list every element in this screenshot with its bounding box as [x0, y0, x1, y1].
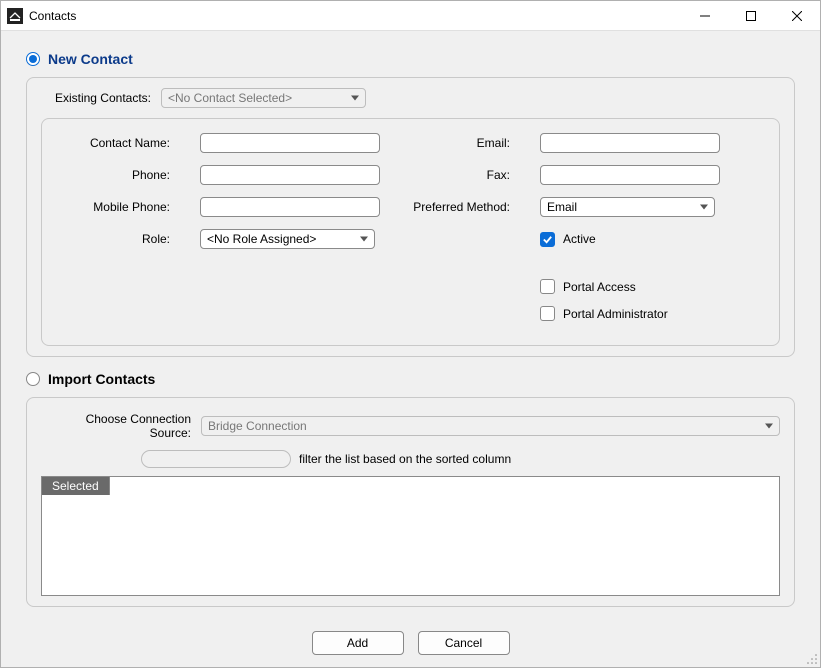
- fax-label: Fax:: [400, 168, 520, 182]
- cancel-button[interactable]: Cancel: [418, 631, 510, 655]
- import-contacts-radio[interactable]: [26, 372, 40, 386]
- contact-name-label: Contact Name:: [60, 136, 180, 150]
- mobile-phone-input[interactable]: [200, 197, 380, 217]
- filter-input[interactable]: [141, 450, 291, 468]
- window-title: Contacts: [29, 9, 76, 23]
- contacts-grid[interactable]: Selected: [41, 476, 780, 596]
- add-button[interactable]: Add: [312, 631, 404, 655]
- role-label: Role:: [60, 232, 180, 246]
- portal-admin-checkbox[interactable]: [540, 306, 555, 321]
- mobile-phone-label: Mobile Phone:: [60, 200, 180, 214]
- contact-name-input[interactable]: [200, 133, 380, 153]
- app-icon: [7, 8, 23, 24]
- import-contacts-label: Import Contacts: [48, 371, 155, 387]
- active-label: Active: [563, 232, 596, 246]
- connection-source-select[interactable]: Bridge Connection: [201, 416, 780, 436]
- contacts-window: Contacts New Contact Existing Contacts:: [0, 0, 821, 668]
- minimize-button[interactable]: [682, 1, 728, 31]
- email-label: Email:: [400, 136, 520, 150]
- contact-form-panel: Contact Name: Email: Phone: Fax: Mobile …: [41, 118, 780, 346]
- preferred-method-label: Preferred Method:: [400, 200, 520, 214]
- close-button[interactable]: [774, 1, 820, 31]
- portal-access-label: Portal Access: [563, 280, 636, 294]
- filter-hint: filter the list based on the sorted colu…: [299, 452, 511, 466]
- existing-contacts-label: Existing Contacts:: [41, 91, 161, 105]
- existing-contacts-select[interactable]: <No Contact Selected>: [161, 88, 366, 108]
- fax-input[interactable]: [540, 165, 720, 185]
- preferred-method-select[interactable]: Email: [540, 197, 715, 217]
- new-contact-label: New Contact: [48, 51, 133, 67]
- new-contact-radio[interactable]: [26, 52, 40, 66]
- active-checkbox[interactable]: [540, 232, 555, 247]
- phone-label: Phone:: [60, 168, 180, 182]
- resize-grip-icon[interactable]: [806, 653, 818, 665]
- connection-source-label: Choose Connection Source:: [41, 412, 201, 440]
- role-select[interactable]: <No Role Assigned>: [200, 229, 375, 249]
- portal-admin-label: Portal Administrator: [563, 307, 668, 321]
- titlebar: Contacts: [1, 1, 820, 31]
- grid-header-selected[interactable]: Selected: [42, 477, 110, 495]
- portal-access-checkbox[interactable]: [540, 279, 555, 294]
- maximize-button[interactable]: [728, 1, 774, 31]
- phone-input[interactable]: [200, 165, 380, 185]
- new-contact-panel: Existing Contacts: <No Contact Selected>…: [26, 77, 795, 357]
- email-input[interactable]: [540, 133, 720, 153]
- import-contacts-panel: Choose Connection Source: Bridge Connect…: [26, 397, 795, 607]
